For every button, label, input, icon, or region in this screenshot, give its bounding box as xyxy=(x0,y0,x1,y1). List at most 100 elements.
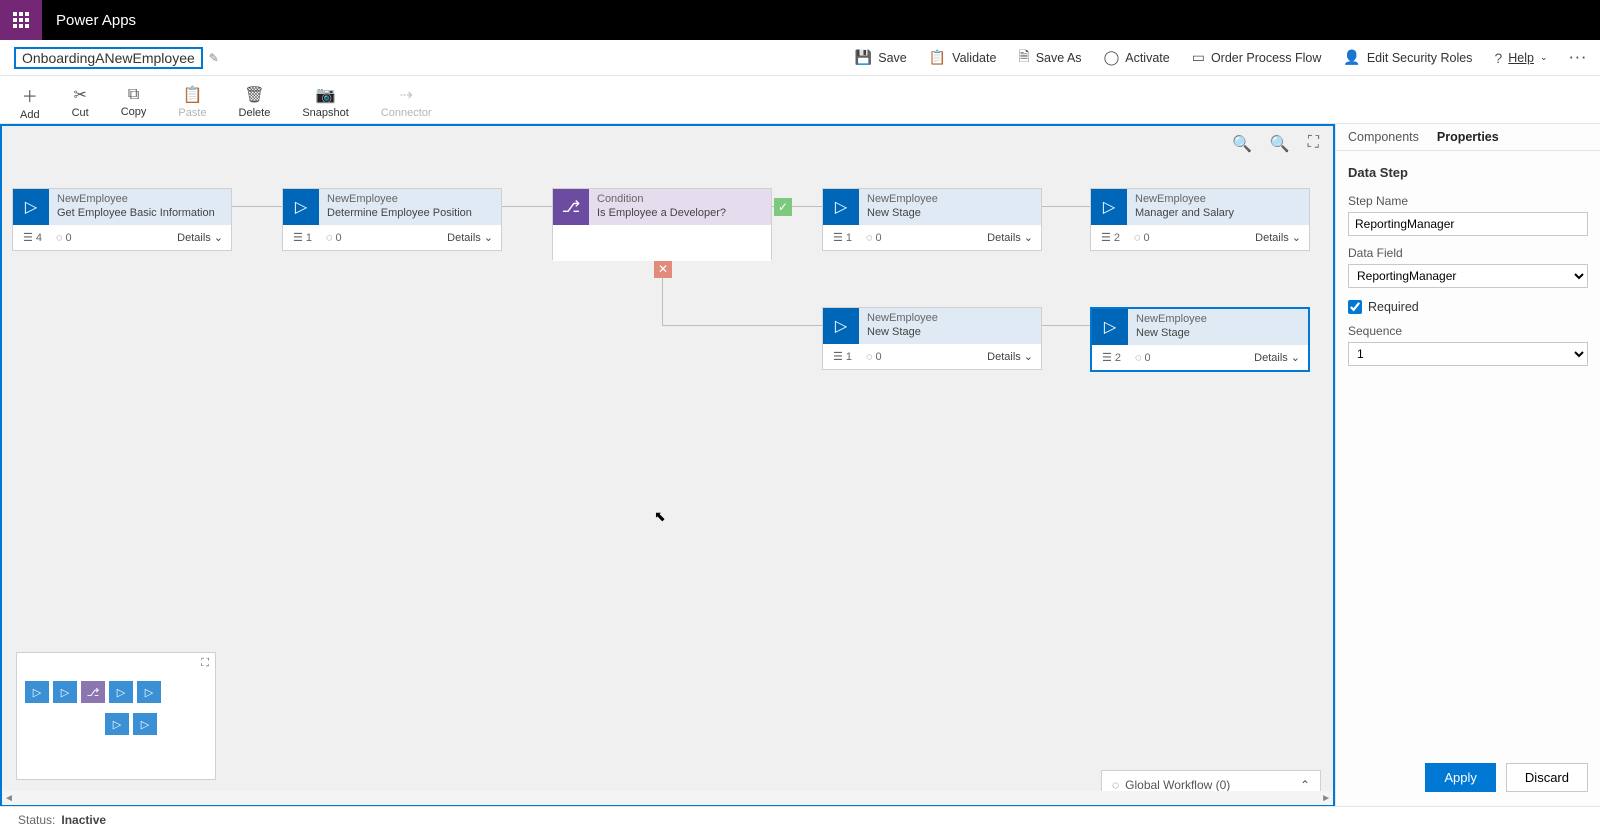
stage-card-1[interactable]: ▷ NewEmployee Get Employee Basic Informa… xyxy=(12,188,232,251)
required-checkbox[interactable] xyxy=(1348,300,1362,314)
condition-title-area: Condition Is Employee a Developer? xyxy=(589,189,771,225)
panel-footer: Apply Discard xyxy=(1336,753,1600,806)
cut-button[interactable]: ✂Cut xyxy=(72,85,89,119)
more-button[interactable]: ··· xyxy=(1570,51,1589,65)
save-as-button[interactable]: 🗎Save As xyxy=(1018,46,1081,70)
status-bar: Status: Inactive xyxy=(0,806,1600,832)
help-button[interactable]: ?Help⌄ xyxy=(1494,50,1547,66)
condition-no-icon: ✕ xyxy=(654,260,672,278)
details-toggle[interactable]: Details⌄ xyxy=(1254,351,1300,364)
details-toggle[interactable]: Details⌄ xyxy=(1255,231,1301,244)
tab-properties[interactable]: Properties xyxy=(1437,130,1499,150)
save-button[interactable]: 💾Save xyxy=(855,49,907,66)
stage-entity: NewEmployee xyxy=(1136,312,1300,326)
steps-icon: ☰ xyxy=(1102,351,1112,364)
properties-panel: Components Properties Data Step Step Nam… xyxy=(1335,124,1600,806)
condition-icon: ⎇ xyxy=(553,189,589,225)
steps-count: 1 xyxy=(846,232,852,244)
validate-button[interactable]: 📋Validate xyxy=(929,49,997,66)
triggers-icon: ◌ xyxy=(866,232,873,244)
trash-icon: 🗑 xyxy=(244,85,264,105)
sequence-select[interactable]: 1 xyxy=(1348,342,1588,366)
copy-button[interactable]: ⧉Copy xyxy=(121,86,147,118)
chevron-down-icon: ⌄ xyxy=(1024,350,1033,363)
horizontal-scrollbar[interactable]: ◄► xyxy=(2,791,1333,805)
stage-card-6[interactable]: ▷ NewEmployee New Stage ☰2 ◌0 Details⌄ xyxy=(1090,307,1310,372)
connector-line xyxy=(1042,325,1090,326)
flow-name-wrap: OnboardingANewEmployee ✎ xyxy=(14,47,219,69)
edit-name-icon[interactable]: ✎ xyxy=(209,51,219,65)
scroll-right-icon[interactable]: ► xyxy=(1321,793,1331,804)
connector-line xyxy=(232,206,282,207)
minimap-expand-icon[interactable]: ⛶ xyxy=(201,657,209,670)
scroll-left-icon[interactable]: ◄ xyxy=(4,793,14,804)
stage-title: New Stage xyxy=(867,325,1033,339)
zoom-in-icon[interactable]: 🔍 xyxy=(1270,134,1290,154)
stage-card-3[interactable]: ▷ NewEmployee New Stage ☰1 ◌0 Details⌄ xyxy=(822,188,1042,251)
flow-name[interactable]: OnboardingANewEmployee xyxy=(14,47,203,69)
minimap[interactable]: ⛶ ▷ ▷ ⎇ ▷ ▷ ▷ ▷ xyxy=(16,652,216,780)
details-toggle[interactable]: Details⌄ xyxy=(177,231,223,244)
validate-label: Validate xyxy=(952,51,996,65)
minimap-stage: ▷ xyxy=(25,681,49,703)
discard-button[interactable]: Discard xyxy=(1506,763,1588,792)
data-field-select[interactable]: ReportingManager xyxy=(1348,264,1588,288)
triggers-icon: ◌ xyxy=(1134,232,1141,244)
edit-security-button[interactable]: 👤Edit Security Roles xyxy=(1343,49,1472,66)
stage-entity: NewEmployee xyxy=(867,311,1033,325)
copy-label: Copy xyxy=(121,106,147,118)
canvas[interactable]: 🔍 🔍 ⛶ ✓ ✕ ▷ NewEmployee xyxy=(0,124,1335,806)
details-toggle[interactable]: Details⌄ xyxy=(987,350,1033,363)
snapshot-button[interactable]: 📷Snapshot xyxy=(302,85,348,119)
stage-icon: ▷ xyxy=(1091,189,1127,225)
stage-title-area: NewEmployee New Stage xyxy=(1128,309,1308,345)
stage-title: New Stage xyxy=(867,206,1033,220)
steps-icon: ☰ xyxy=(293,231,303,244)
details-toggle[interactable]: Details⌄ xyxy=(447,231,493,244)
chevron-down-icon: ⌄ xyxy=(484,231,493,244)
plus-icon: ＋ xyxy=(22,83,38,107)
stage-entity: NewEmployee xyxy=(57,192,223,206)
connector-line xyxy=(502,206,552,207)
condition-title: Is Employee a Developer? xyxy=(597,206,763,220)
delete-label: Delete xyxy=(239,107,271,119)
triggers-icon: ◌ xyxy=(866,351,873,363)
apply-button[interactable]: Apply xyxy=(1425,763,1496,792)
order-icon: ▭ xyxy=(1192,49,1205,66)
chevron-up-icon[interactable]: ⌃ xyxy=(1300,778,1310,792)
order-flow-button[interactable]: ▭Order Process Flow xyxy=(1192,49,1322,66)
stage-title: New Stage xyxy=(1136,326,1300,340)
save-as-icon: 🗎 xyxy=(1018,46,1029,70)
header-commands: 💾Save 📋Validate 🗎Save As ◯Activate ▭Orde… xyxy=(855,46,1588,70)
waffle-menu[interactable] xyxy=(0,0,42,40)
fit-icon[interactable]: ⛶ xyxy=(1308,134,1319,154)
stage-card-2[interactable]: ▷ NewEmployee Determine Employee Positio… xyxy=(282,188,502,251)
cut-icon: ✂ xyxy=(73,85,86,105)
step-name-input[interactable] xyxy=(1348,212,1588,236)
connector-line xyxy=(1042,206,1090,207)
panel-tabs: Components Properties xyxy=(1336,124,1600,151)
details-toggle[interactable]: Details⌄ xyxy=(987,231,1033,244)
add-button[interactable]: ＋ Add xyxy=(20,83,40,121)
stage-title-area: NewEmployee Determine Employee Position xyxy=(319,189,501,225)
stage-card-5[interactable]: ▷ NewEmployee New Stage ☰1 ◌0 Details⌄ xyxy=(822,307,1042,370)
stage-title: Manager and Salary xyxy=(1135,206,1301,220)
paste-button[interactable]: 📋Paste xyxy=(178,85,206,119)
chevron-down-icon: ⌄ xyxy=(1540,52,1548,63)
main-area: 🔍 🔍 ⛶ ✓ ✕ ▷ NewEmployee xyxy=(0,124,1600,806)
toolbar: ＋ Add ✂Cut ⧉Copy 📋Paste 🗑 Delete 📷Snapshot… xyxy=(0,76,1600,124)
condition-card[interactable]: ⎇ Condition Is Employee a Developer? xyxy=(552,188,772,260)
tab-components[interactable]: Components xyxy=(1348,130,1419,150)
triggers-count: 0 xyxy=(876,351,882,363)
paste-label: Paste xyxy=(178,107,206,119)
add-label: Add xyxy=(20,109,40,121)
connector-label: Connector xyxy=(381,107,432,119)
stage-card-4[interactable]: ▷ NewEmployee Manager and Salary ☰2 ◌0 D… xyxy=(1090,188,1310,251)
chevron-down-icon: ⌄ xyxy=(1292,231,1301,244)
triggers-count: 0 xyxy=(876,232,882,244)
zoom-out-icon[interactable]: 🔍 xyxy=(1232,134,1252,154)
app-name: Power Apps xyxy=(56,12,136,29)
delete-button[interactable]: 🗑 Delete xyxy=(239,85,271,119)
connector-button[interactable]: ⇢Connector xyxy=(381,85,432,119)
activate-button[interactable]: ◯Activate xyxy=(1104,49,1170,66)
